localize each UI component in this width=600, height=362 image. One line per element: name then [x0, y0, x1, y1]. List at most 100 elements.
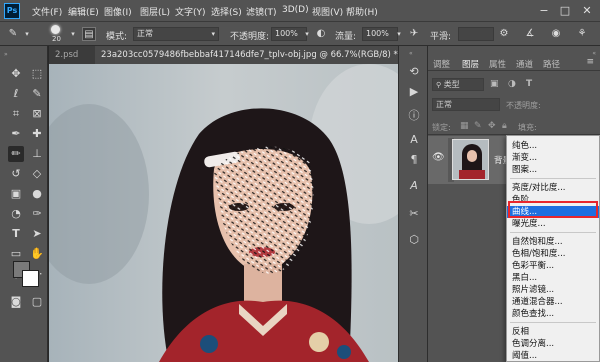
menu-item-vibrance[interactable]: 自然饱和度...	[507, 236, 599, 248]
info-icon[interactable]: ⓘ	[406, 108, 422, 124]
menu-item-pattern[interactable]: 图案...	[507, 164, 599, 176]
menu-image[interactable]: 图像(I)	[104, 5, 132, 18]
brush-tool-icon[interactable]: ✎	[6, 27, 20, 41]
eyedropper-tool-icon[interactable]: ✒	[8, 126, 24, 142]
menu-edit[interactable]: 编辑(E)	[68, 5, 99, 18]
lasso-tool-icon[interactable]: ℓ	[8, 86, 24, 102]
layer-filter-select[interactable]: ⚲ 类型	[432, 78, 484, 91]
menu-item-gradient[interactable]: 渐变...	[507, 152, 599, 164]
menu-file[interactable]: 文件(F)	[32, 5, 62, 18]
history-brush-tool-icon[interactable]: ↺	[8, 166, 24, 182]
hand-tool-icon[interactable]: ✋	[29, 246, 45, 262]
airbrush-icon[interactable]: ✈	[407, 27, 421, 41]
document-tab-inactive[interactable]: 2.psd	[49, 46, 95, 64]
crop-tool-icon[interactable]: ⌗	[8, 106, 24, 122]
menu-item-photo-filter[interactable]: 照片滤镜...	[507, 284, 599, 296]
healing-tool-icon[interactable]: ✚	[29, 126, 45, 142]
actions-icon[interactable]: ▶	[406, 84, 422, 100]
document-tab-label: 2.psd	[55, 50, 79, 60]
mode-select[interactable]: 正常 ▾	[133, 27, 219, 41]
menu-item-threshold[interactable]: 阈值...	[507, 350, 599, 362]
menu-help[interactable]: 帮助(H)	[346, 5, 378, 18]
collapse-icon[interactable]: «	[409, 50, 413, 57]
pen-tool-icon[interactable]: ✑	[29, 206, 45, 222]
menu-item-solid-color[interactable]: 纯色...	[507, 140, 599, 152]
gear-icon[interactable]: ⚙	[497, 27, 511, 41]
menu-item-black-white[interactable]: 黑白...	[507, 272, 599, 284]
menu-item-invert[interactable]: 反相	[507, 326, 599, 338]
menu-filter[interactable]: 滤镜(T)	[246, 5, 277, 18]
tab-paths[interactable]: 路径	[543, 58, 560, 70]
chevron-down-icon[interactable]: ▾	[300, 27, 314, 41]
menu-item-exposure[interactable]: 曝光度...	[507, 218, 599, 230]
type-tool-icon[interactable]: T	[8, 226, 24, 242]
smoothing-label: 平滑:	[430, 32, 452, 42]
dodge-tool-icon[interactable]: ◔	[8, 206, 24, 222]
brush-tool-icon[interactable]: ✏	[8, 146, 24, 162]
chevron-down-icon[interactable]: ▾	[392, 27, 406, 41]
filter-type-icon[interactable]: T	[526, 79, 532, 89]
blur-tool-icon[interactable]: ●	[29, 186, 45, 202]
tab-adjustments[interactable]: 调整	[433, 58, 450, 70]
menu-item-color-balance[interactable]: 色彩平衡...	[507, 260, 599, 272]
symmetry-icon[interactable]: ⚘	[575, 27, 589, 41]
tab-properties[interactable]: 属性	[489, 58, 506, 70]
quick-select-tool-icon[interactable]: ✎	[29, 86, 45, 102]
eye-icon[interactable]: 👁︎	[432, 152, 445, 163]
menu-bar: Ps 文件(F) 编辑(E) 图像(I) 图层(L) 文字(Y) 选择(S) 滤…	[0, 0, 600, 22]
chevron-down-icon: ▾	[211, 30, 215, 38]
flow-value: 100%	[366, 29, 389, 38]
panel-menu-icon[interactable]: ≡	[586, 57, 594, 67]
lock-move-icon[interactable]: ✥	[488, 121, 496, 131]
collapse-icon[interactable]: «	[592, 50, 596, 57]
menu-item-brightness-contrast[interactable]: 亮度/对比度...	[507, 182, 599, 194]
menu-view[interactable]: 视图(V)	[312, 5, 343, 18]
background-color-swatch[interactable]	[22, 270, 39, 287]
chevron-down-icon[interactable]: ▾	[66, 27, 80, 41]
filter-adjustment-icon[interactable]: ◑	[508, 79, 516, 89]
blend-mode-select[interactable]: 正常	[432, 98, 500, 111]
eraser-tool-icon[interactable]: ◇	[29, 166, 45, 182]
document-canvas[interactable]	[49, 64, 398, 362]
lock-all-icon[interactable]: 🔒︎	[502, 121, 507, 131]
menu-layer[interactable]: 图层(L)	[140, 5, 170, 18]
brush-panel-icon[interactable]: ▤	[82, 27, 96, 41]
close-button[interactable]: ✕	[578, 3, 596, 18]
3d-icon[interactable]: ⬡	[406, 232, 422, 248]
frame-tool-icon[interactable]: ⊠	[29, 106, 45, 122]
rectangle-tool-icon[interactable]: ▭	[8, 246, 24, 262]
path-select-tool-icon[interactable]: ➤	[29, 226, 45, 242]
menu-select[interactable]: 选择(S)	[211, 5, 242, 18]
pressure-size-icon[interactable]: ◉	[549, 27, 563, 41]
character-icon[interactable]: A	[406, 132, 422, 148]
smoothing-input[interactable]	[458, 27, 494, 41]
menu-type[interactable]: 文字(Y)	[175, 5, 206, 18]
document-tab-active[interactable]: 23a203cc0579486fbebbaf417146dfe7_tplv-ob…	[95, 46, 398, 64]
move-tool-icon[interactable]: ✥	[8, 66, 24, 82]
paragraph-icon[interactable]: ¶	[406, 152, 422, 168]
lock-pixels-icon[interactable]: ▦	[460, 121, 469, 131]
maximize-button[interactable]: □	[556, 3, 574, 18]
chevron-down-icon[interactable]: ▾	[20, 27, 34, 41]
menu-item-color-lookup[interactable]: 颜色查找...	[507, 308, 599, 320]
lock-paint-icon[interactable]: ✎	[474, 121, 482, 131]
pressure-opacity-icon[interactable]: ◐	[314, 27, 328, 41]
minimize-button[interactable]: −	[535, 3, 553, 18]
marquee-tool-icon[interactable]: ⬚	[29, 66, 45, 82]
tab-channels[interactable]: 通道	[516, 58, 533, 70]
tab-layers[interactable]: 图层	[462, 58, 479, 70]
filter-pixel-icon[interactable]: ▣	[490, 79, 499, 89]
menu-item-channel-mixer[interactable]: 通道混合器...	[507, 296, 599, 308]
tool-presets-icon[interactable]: ✂	[406, 206, 422, 222]
collapse-icon[interactable]: »	[4, 51, 8, 58]
glyphs-icon[interactable]: A	[406, 178, 422, 194]
angle-icon[interactable]: ∡	[523, 27, 537, 41]
history-icon[interactable]: ⟲	[406, 64, 422, 80]
menu-item-posterize[interactable]: 色调分离...	[507, 338, 599, 350]
gradient-tool-icon[interactable]: ▣	[8, 186, 24, 202]
screen-mode-icon[interactable]: ▢	[29, 294, 45, 310]
menu-3d[interactable]: 3D(D)	[282, 5, 309, 15]
menu-item-hue-saturation[interactable]: 色相/饱和度...	[507, 248, 599, 260]
stamp-tool-icon[interactable]: ⊥	[29, 146, 45, 162]
quick-mask-icon[interactable]: ◙	[8, 294, 24, 310]
